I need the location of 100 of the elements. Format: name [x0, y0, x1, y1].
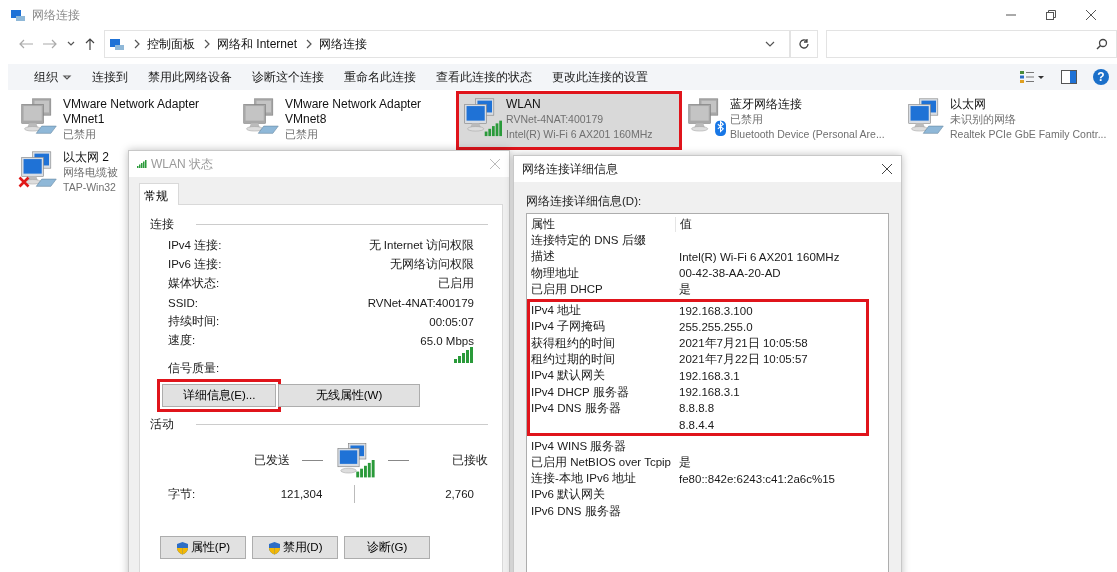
close-icon — [489, 158, 501, 170]
adapter-name: WLAN — [506, 97, 542, 112]
breadcrumb-item[interactable]: 网络连接 — [319, 35, 368, 53]
refresh-icon — [798, 38, 810, 50]
property-cell: 连接特定的 DNS 后缀 — [531, 233, 646, 246]
command-button[interactable]: 查看此连接的状态 — [426, 65, 542, 89]
shield-icon — [267, 540, 281, 555]
value-cell: 8.8.4.4 — [679, 418, 715, 431]
network-folder-icon — [109, 37, 125, 51]
property-cell: IPv4 WINS 服务器 — [531, 439, 627, 452]
computer-activity-icon — [335, 442, 376, 478]
bytes-sent: 121,304 — [279, 488, 323, 500]
signal-bars-icon — [454, 347, 474, 363]
property-cell: IPv4 地址 — [531, 304, 582, 317]
dialog-button[interactable]: 诊断(G) — [344, 536, 430, 559]
field-label: 信号质量: — [168, 361, 220, 376]
value-cell: 2021年7月22日 10:05:57 — [679, 352, 808, 367]
value-cell: 8.8.8.8 — [679, 402, 715, 415]
network-folder-icon — [10, 8, 26, 22]
property-cell: IPv6 DNS 服务器 — [531, 504, 621, 517]
received-label: 已接收 — [452, 452, 488, 468]
adapter-detail: Intel(R) Wi-Fi 6 AX201 160MHz — [506, 127, 653, 142]
adapter-detail: 未识别的网络 — [950, 112, 1017, 127]
field-label: 持续时间: — [168, 314, 220, 329]
adapter-detail: 已禁用 — [730, 112, 764, 127]
field-value: 无 Internet 访问权限 — [368, 238, 474, 253]
property-cell: 已启用 NetBIOS over Tcpip — [531, 455, 671, 468]
adapter-detail: 网络电缆被 — [63, 165, 118, 180]
field-value: 65.0 Mbps — [420, 334, 474, 347]
value-cell: 2021年7月21日 10:05:58 — [679, 335, 808, 351]
adapter-name: 以太网 2 — [63, 150, 110, 165]
dialog-button[interactable]: 无线属性(W) — [278, 384, 420, 407]
value-cell: 00-42-38-AA-20-AD — [679, 267, 781, 280]
adapter-detail: Realtek PCIe GbE Family Contr... — [950, 127, 1107, 142]
column-header[interactable]: 值 — [680, 216, 692, 232]
back-arrow-icon — [18, 38, 34, 50]
property-cell: 物理地址 — [531, 266, 579, 279]
adapter-name: 蓝牙网络连接 — [730, 97, 803, 112]
refresh-button[interactable] — [790, 30, 818, 58]
command-button[interactable]: 诊断这个连接 — [242, 65, 334, 89]
property-cell: 获得租约的时间 — [531, 336, 615, 349]
command-button[interactable]: 更改此连接的设置 — [542, 65, 658, 89]
window-title: 网络连接 — [32, 6, 81, 24]
dialog-button[interactable]: 禁用(D) — [252, 536, 338, 559]
field-label: 速度: — [168, 333, 196, 348]
adapter-detail: 已禁用 — [63, 127, 97, 142]
property-cell: 描述 — [531, 250, 555, 263]
value-cell: 192.168.3.1 — [679, 369, 740, 382]
command-button[interactable]: 禁用此网络设备 — [138, 65, 242, 89]
dialog-title: 网络连接详细信息 — [522, 160, 619, 178]
address-bar[interactable]: 控制面板 网络和 Internet 网络连接 — [104, 30, 790, 58]
search-field[interactable] — [826, 30, 1117, 58]
value-cell: 是 — [679, 281, 691, 297]
forward-arrow-icon — [42, 38, 58, 50]
value-cell: Intel(R) Wi-Fi 6 AX201 160MHz — [679, 250, 840, 263]
property-cell: 租约过期的时间 — [531, 353, 615, 365]
command-button[interactable]: 连接到 — [82, 65, 138, 89]
value-cell: 192.168.3.1 — [679, 386, 740, 399]
field-value: 已启用 — [438, 276, 474, 291]
field-label: SSID: — [168, 296, 199, 309]
value-cell: 192.168.3.100 — [679, 304, 753, 317]
field-label: IPv6 连接: — [168, 257, 222, 272]
dialog-title: WLAN 状态 — [151, 155, 214, 173]
value-cell: 255.255.255.0 — [679, 320, 753, 333]
property-cell: IPv4 DHCP 服务器 — [531, 385, 629, 398]
section-heading: 连接 — [150, 217, 174, 232]
column-header[interactable]: 属性 — [531, 216, 676, 232]
property-cell: IPv4 DNS 服务器 — [531, 401, 621, 414]
adapter-name: VMware Network Adapter VMnet1 — [63, 97, 201, 127]
command-button[interactable]: 组织 — [24, 65, 82, 89]
network-adapter-item[interactable]: 以太网 未识别的网络 Realtek PCIe GbE Family Contr... — [903, 94, 1111, 147]
list-label: 网络连接详细信息(D): — [525, 194, 643, 209]
breadcrumb-item[interactable]: 网络和 Internet — [217, 35, 298, 53]
close-icon — [1085, 9, 1097, 21]
bytes-received: 2,760 — [444, 488, 474, 500]
field-value: 无网络访问权限 — [390, 257, 474, 272]
restore-icon — [1045, 9, 1057, 21]
help-button[interactable]: ? — [1093, 69, 1109, 85]
field-value: RVNet-4NAT:400179 — [367, 296, 474, 309]
property-cell: IPv4 默认网关 — [531, 369, 606, 382]
property-cell: IPv4 子网掩码 — [531, 320, 606, 333]
adapter-detail: Bluetooth Device (Personal Are... — [730, 127, 885, 142]
property-cell: 已启用 DHCP — [531, 282, 603, 295]
command-button[interactable]: 重命名此连接 — [334, 65, 426, 89]
network-adapter-item[interactable]: WLAN RVNet-4NAT:400179 Intel(R) Wi-Fi 6 AX201 160MHz — [459, 94, 679, 147]
tab[interactable]: 常规 — [139, 183, 179, 205]
search-icon — [1096, 38, 1108, 50]
up-arrow-icon — [84, 37, 96, 51]
adapter-detail: RVNet-4NAT:400179 — [506, 112, 605, 127]
section-heading: 活动 — [150, 417, 174, 432]
adapter-detail: TAP-Win32 — [63, 180, 117, 195]
field-value: 00:05:07 — [429, 315, 474, 328]
dialog-button[interactable]: 属性(P) — [160, 536, 246, 559]
view-options-icon — [1019, 70, 1045, 84]
adapter-name: VMware Network Adapter VMnet8 — [285, 97, 423, 127]
preview-pane-icon — [1061, 70, 1077, 84]
breadcrumb-item[interactable]: 控制面板 — [147, 35, 195, 53]
property-cell: IPv6 默认网关 — [531, 488, 606, 501]
value-cell: fe80::842e:6243:c41:2a6c%15 — [679, 472, 836, 485]
close-icon — [881, 163, 893, 175]
